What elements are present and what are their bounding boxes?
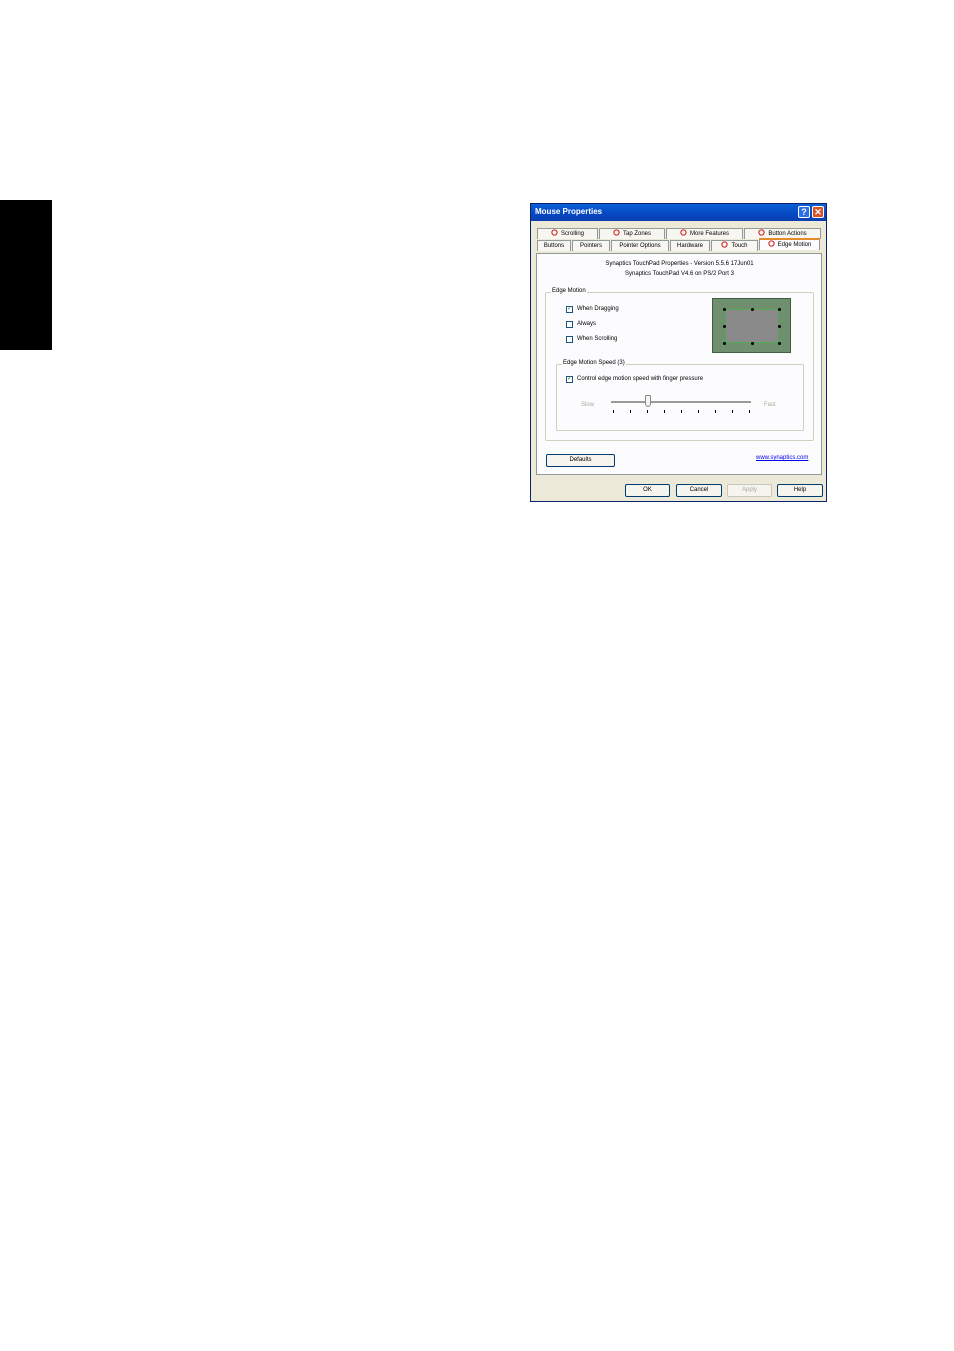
fast-label: Fast <box>764 402 776 408</box>
corner-dot <box>778 308 781 311</box>
tab-label: Hardware <box>676 243 703 249</box>
slider-tick <box>630 410 631 413</box>
synaptics-link[interactable]: www.synaptics.com <box>756 455 808 461</box>
tab-more-features[interactable]: More Features <box>666 228 743 239</box>
speed-slider-thumb[interactable] <box>645 395 651 407</box>
tab-pointer-options[interactable]: Pointer Options <box>611 240 669 251</box>
slider-tick <box>647 410 648 413</box>
tab-label: Buttons <box>543 243 565 249</box>
checkbox-label: When Dragging <box>577 306 619 312</box>
side-bar <box>0 200 52 350</box>
corner-dot <box>778 342 781 345</box>
ok-button[interactable]: OK <box>625 484 670 497</box>
checkbox-label: Control edge motion speed with finger pr… <box>577 376 704 382</box>
edge-dot <box>751 342 754 345</box>
tab-touch[interactable]: Touch <box>711 240 758 251</box>
slow-label: Slow <box>581 402 595 408</box>
edge-dot <box>778 325 781 328</box>
edge-zone <box>725 309 779 343</box>
checkbox-label: When Scrolling <box>577 336 618 342</box>
version-info: Synaptics TouchPad Properties - Version … <box>605 261 754 267</box>
slider-tick <box>749 410 750 413</box>
defaults-button[interactable]: Defaults <box>546 454 615 467</box>
always-checkbox[interactable] <box>566 321 573 328</box>
checkbox-label: Always <box>577 321 597 327</box>
tab-label: Edge Motion <box>777 242 812 248</box>
tab-label: Pointer Options <box>619 243 661 249</box>
corner-dot <box>723 308 726 311</box>
window-title: Mouse Properties <box>535 207 603 216</box>
synaptics-icon <box>551 229 558 236</box>
slider-tick <box>698 410 699 413</box>
apply-button[interactable]: Apply <box>727 484 772 497</box>
synaptics-icon <box>680 229 687 236</box>
speed-slider-track[interactable] <box>611 401 751 404</box>
when-scrolling-checkbox[interactable] <box>566 336 573 343</box>
tab-label: More Features <box>689 231 729 237</box>
slider-tick <box>613 410 614 413</box>
edge-speed-group: Edge Motion Speed (3) <box>556 360 804 431</box>
group-label: Edge Motion Speed (3) <box>562 360 626 366</box>
corner-dot <box>723 342 726 345</box>
touchpad-preview <box>712 298 791 353</box>
synaptics-icon <box>758 229 765 236</box>
mouse-properties-dialog: Mouse Properties ? ✕ Scrolling Tap Zones… <box>530 203 827 502</box>
finger-pressure-checkbox[interactable]: ✓ <box>566 376 573 383</box>
check-icon: ✓ <box>567 376 573 382</box>
close-button[interactable]: ✕ <box>812 206 824 218</box>
edge-dot <box>751 308 754 311</box>
tab-label: Touch <box>731 243 748 249</box>
slider-tick <box>681 410 682 413</box>
synaptics-icon <box>767 240 775 247</box>
synaptics-icon <box>721 241 729 248</box>
tab-buttons[interactable]: Buttons <box>537 240 571 251</box>
tab-edge-motion[interactable]: Edge Motion <box>759 238 820 250</box>
tab-tap-zones[interactable]: Tap Zones <box>599 228 665 239</box>
tab-label: Scrolling <box>560 231 584 237</box>
group-label: Edge Motion <box>551 288 587 294</box>
tab-hardware[interactable]: Hardware <box>670 240 710 251</box>
slider-tick <box>664 410 665 413</box>
slider-tick <box>732 410 733 413</box>
tab-scrolling[interactable]: Scrolling <box>537 228 598 239</box>
check-icon: ✓ <box>567 306 573 312</box>
synaptics-icon <box>613 229 620 236</box>
tab-label: Pointers <box>579 243 602 249</box>
tab-label: Tap Zones <box>622 231 652 237</box>
slider-tick <box>715 410 716 413</box>
device-info: Synaptics TouchPad V4.6 on PS/2 Port 3 <box>625 271 734 277</box>
title-bar[interactable]: Mouse Properties ? ✕ <box>531 204 826 221</box>
cancel-button[interactable]: Cancel <box>676 484 722 497</box>
edge-dot <box>723 325 726 328</box>
tab-pointers[interactable]: Pointers <box>572 240 610 251</box>
help-button[interactable]: Help <box>777 484 823 497</box>
tab-label: Button Actions <box>768 231 807 237</box>
help-title-button[interactable]: ? <box>798 206 810 218</box>
when-dragging-checkbox[interactable]: ✓ <box>566 306 573 313</box>
